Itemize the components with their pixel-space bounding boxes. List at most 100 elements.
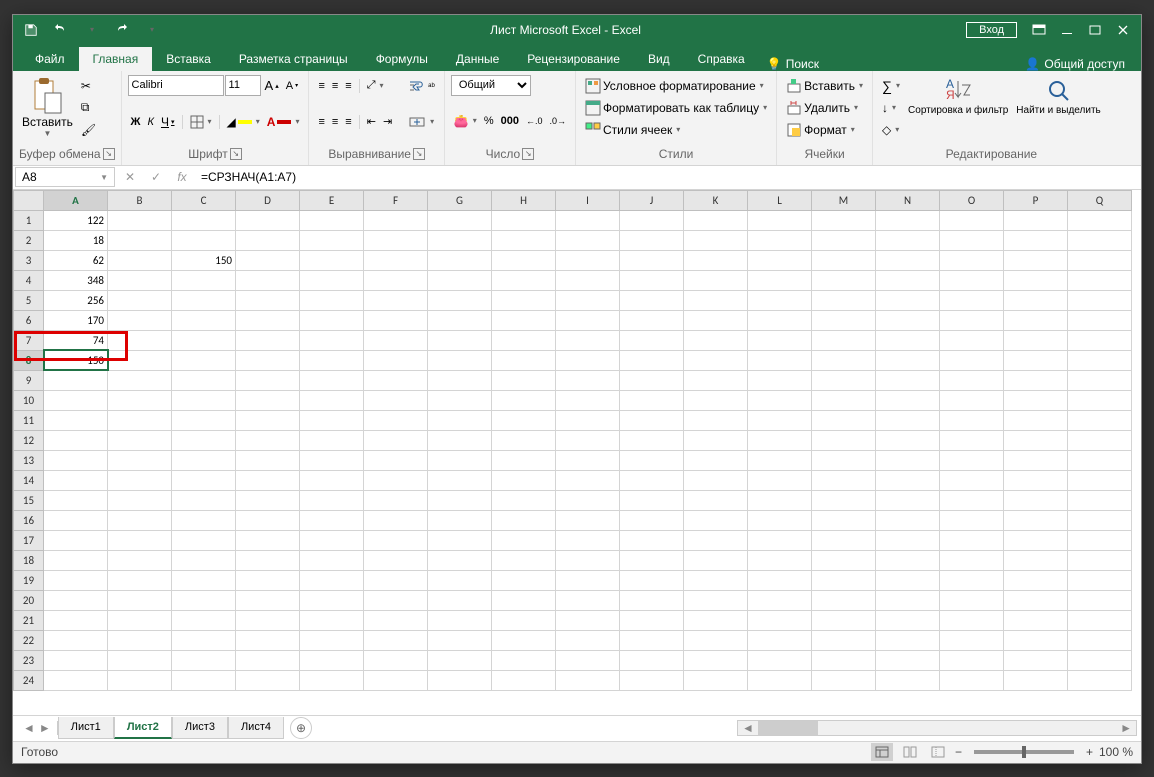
undo-button[interactable] [47, 17, 75, 43]
accounting-format-button[interactable]: 👛 [451, 110, 480, 132]
cell-P3[interactable] [1004, 250, 1068, 270]
horizontal-scrollbar[interactable]: ◄ ► [737, 720, 1137, 736]
align-bottom-button[interactable]: ≡ [342, 75, 354, 97]
cell-O20[interactable] [940, 590, 1004, 610]
cell-B2[interactable] [108, 230, 172, 250]
cell-M20[interactable] [812, 590, 876, 610]
cell-K13[interactable] [684, 450, 748, 470]
cell-N2[interactable] [876, 230, 940, 250]
cell-Q6[interactable] [1068, 310, 1132, 330]
cell-J10[interactable] [620, 390, 684, 410]
col-header-G[interactable]: G [428, 190, 492, 210]
cell-L22[interactable] [748, 630, 812, 650]
cell-L9[interactable] [748, 370, 812, 390]
cell-C10[interactable] [172, 390, 236, 410]
cell-K24[interactable] [684, 670, 748, 690]
cell-E15[interactable] [300, 490, 364, 510]
sheet-tab-Лист1[interactable]: Лист1 [58, 717, 114, 739]
col-header-K[interactable]: K [684, 190, 748, 210]
cell-Q9[interactable] [1068, 370, 1132, 390]
cell-M18[interactable] [812, 550, 876, 570]
cell-M8[interactable] [812, 350, 876, 370]
increase-decimal-button[interactable]: ←.0 [523, 110, 546, 132]
decrease-font-button[interactable]: A▾ [283, 75, 301, 97]
sheet-tab-Лист3[interactable]: Лист3 [172, 717, 228, 739]
cell-P23[interactable] [1004, 650, 1068, 670]
cell-D8[interactable] [236, 350, 300, 370]
col-header-B[interactable]: B [108, 190, 172, 210]
cell-O6[interactable] [940, 310, 1004, 330]
cell-O7[interactable] [940, 330, 1004, 350]
cell-G4[interactable] [428, 270, 492, 290]
tab-formulas[interactable]: Формулы [362, 47, 442, 71]
cell-D18[interactable] [236, 550, 300, 570]
cell-H4[interactable] [492, 270, 556, 290]
cell-J2[interactable] [620, 230, 684, 250]
login-button[interactable]: Вход [966, 22, 1017, 38]
page-break-view-button[interactable] [927, 743, 949, 761]
copy-button[interactable]: ⧉ [78, 97, 99, 119]
row-header-20[interactable]: 20 [14, 590, 44, 610]
select-all-corner[interactable] [14, 190, 44, 210]
col-header-Q[interactable]: Q [1068, 190, 1132, 210]
increase-indent-button[interactable]: ⇥ [380, 111, 395, 133]
cell-A22[interactable] [44, 630, 108, 650]
col-header-L[interactable]: L [748, 190, 812, 210]
cell-P19[interactable] [1004, 570, 1068, 590]
cell-K6[interactable] [684, 310, 748, 330]
cell-M3[interactable] [812, 250, 876, 270]
cell-L11[interactable] [748, 410, 812, 430]
cell-E16[interactable] [300, 510, 364, 530]
cell-E21[interactable] [300, 610, 364, 630]
cell-A15[interactable] [44, 490, 108, 510]
font-dialog-launcher[interactable]: ↘ [230, 148, 242, 160]
cell-O4[interactable] [940, 270, 1004, 290]
cell-B22[interactable] [108, 630, 172, 650]
cell-F11[interactable] [364, 410, 428, 430]
cell-E12[interactable] [300, 430, 364, 450]
cell-A19[interactable] [44, 570, 108, 590]
cell-B7[interactable] [108, 330, 172, 350]
cell-K14[interactable] [684, 470, 748, 490]
cell-L12[interactable] [748, 430, 812, 450]
cell-N9[interactable] [876, 370, 940, 390]
cell-D10[interactable] [236, 390, 300, 410]
cell-F9[interactable] [364, 370, 428, 390]
cell-E23[interactable] [300, 650, 364, 670]
cell-F5[interactable] [364, 290, 428, 310]
cell-I6[interactable] [556, 310, 620, 330]
cell-L6[interactable] [748, 310, 812, 330]
tab-view[interactable]: Вид [634, 47, 684, 71]
cell-H13[interactable] [492, 450, 556, 470]
cell-M2[interactable] [812, 230, 876, 250]
cell-K2[interactable] [684, 230, 748, 250]
cell-L10[interactable] [748, 390, 812, 410]
cell-P1[interactable] [1004, 210, 1068, 230]
cell-J5[interactable] [620, 290, 684, 310]
cell-E18[interactable] [300, 550, 364, 570]
cell-D5[interactable] [236, 290, 300, 310]
cell-D3[interactable] [236, 250, 300, 270]
share-button[interactable]: 👤 Общий доступ [1025, 57, 1125, 71]
cell-N6[interactable] [876, 310, 940, 330]
cell-F15[interactable] [364, 490, 428, 510]
cell-M17[interactable] [812, 530, 876, 550]
cell-C23[interactable] [172, 650, 236, 670]
cell-D1[interactable] [236, 210, 300, 230]
cell-D20[interactable] [236, 590, 300, 610]
cell-E11[interactable] [300, 410, 364, 430]
cell-E1[interactable] [300, 210, 364, 230]
zoom-level[interactable]: 100 % [1099, 745, 1133, 759]
cell-P17[interactable] [1004, 530, 1068, 550]
cell-H11[interactable] [492, 410, 556, 430]
cell-J4[interactable] [620, 270, 684, 290]
cell-I8[interactable] [556, 350, 620, 370]
cell-A9[interactable] [44, 370, 108, 390]
row-header-4[interactable]: 4 [14, 270, 44, 290]
delete-cells-button[interactable]: Удалить [783, 97, 866, 119]
cell-P13[interactable] [1004, 450, 1068, 470]
number-format-select[interactable]: Общий [451, 75, 531, 96]
cell-L21[interactable] [748, 610, 812, 630]
cell-G19[interactable] [428, 570, 492, 590]
cell-E4[interactable] [300, 270, 364, 290]
